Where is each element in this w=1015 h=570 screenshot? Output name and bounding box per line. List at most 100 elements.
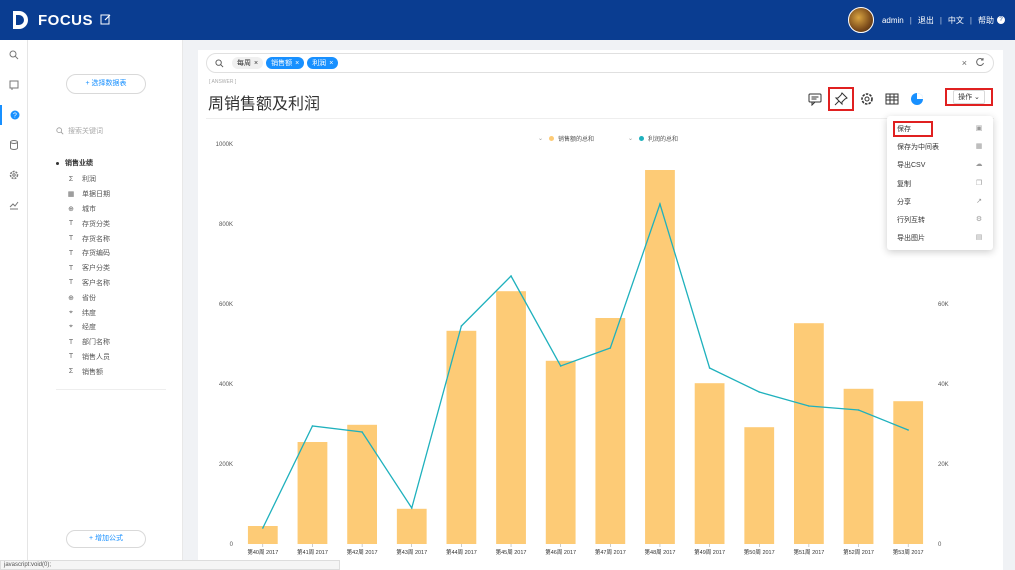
x-tick-label: 第49周 2017 bbox=[694, 548, 725, 556]
y-tick-label-left: 0 bbox=[230, 542, 234, 548]
chip-remove-icon[interactable]: × bbox=[254, 60, 258, 67]
operations-label-wrap: 操作 ⌄ bbox=[953, 90, 985, 104]
measure-icon: Σ bbox=[68, 368, 74, 376]
page-title[interactable]: 周销售额及利润 bbox=[208, 90, 320, 114]
menu-item[interactable]: 导出图片 ▤ bbox=[887, 229, 993, 247]
field-item[interactable]: ⌖ 经度 bbox=[66, 320, 110, 335]
x-tick-label: 第50周 2017 bbox=[744, 548, 775, 556]
y-tick-label-left: 600K bbox=[219, 302, 233, 308]
geo-icon: ⊕ bbox=[68, 205, 74, 213]
menu-item-label: 分享 bbox=[897, 198, 911, 206]
chart-bar bbox=[893, 401, 924, 544]
search-chip[interactable]: 销售额 × bbox=[266, 57, 305, 69]
chart-bar bbox=[843, 388, 874, 544]
menu-item[interactable]: 保存为中间表 ▦ bbox=[887, 138, 993, 156]
field-item[interactable]: T 部门名称 bbox=[66, 335, 110, 350]
search-chip[interactable]: 利润 × bbox=[307, 57, 339, 69]
text-icon: T bbox=[68, 264, 74, 272]
logo-text: FOCUS bbox=[38, 11, 93, 29]
search-bar[interactable]: 每周 × 销售额 × 利润 × × bbox=[206, 53, 994, 73]
field-label: 客户分类 bbox=[82, 265, 110, 273]
menu-item[interactable]: 行列互转 ⚙ bbox=[887, 211, 993, 229]
menu-item-label: 导出图片 bbox=[897, 235, 925, 243]
top-header: FOCUS admin | 退出 | 中文 | 帮助 ? bbox=[0, 0, 1015, 40]
settings-button[interactable] bbox=[858, 90, 876, 108]
field-item[interactable]: T 客户名称 bbox=[66, 276, 110, 291]
chart-bar bbox=[496, 291, 526, 544]
menu-item[interactable]: 分享 ↗ bbox=[887, 193, 993, 211]
rail-settings[interactable] bbox=[0, 165, 28, 185]
y-tick-label-left: 1000K bbox=[216, 142, 233, 148]
x-tick-label: 第41周 2017 bbox=[297, 548, 328, 556]
keyword-search[interactable]: 搜索关键词 bbox=[56, 124, 166, 138]
tree-root-table[interactable]: 销售业绩 bbox=[56, 158, 93, 168]
x-tick-label: 第47周 2017 bbox=[595, 548, 626, 556]
gear-icon bbox=[861, 93, 873, 105]
search-icon bbox=[56, 127, 64, 135]
y-tick-label-left: 200K bbox=[219, 462, 233, 468]
field-label: 省份 bbox=[82, 294, 96, 302]
rail-monitor[interactable] bbox=[0, 195, 28, 215]
field-label: 销售额 bbox=[82, 368, 103, 376]
select-table-button[interactable]: + 选择数据表 bbox=[66, 74, 146, 94]
menu-item[interactable]: 复制 ❐ bbox=[887, 175, 993, 193]
field-item[interactable]: ⊕ 城市 bbox=[66, 202, 110, 217]
field-item[interactable]: T 存货分类 bbox=[66, 216, 110, 231]
x-tick-label: 第45周 2017 bbox=[496, 548, 527, 556]
avatar[interactable] bbox=[847, 7, 874, 33]
field-item[interactable]: T 客户分类 bbox=[66, 261, 110, 276]
pinboard-icon bbox=[9, 80, 19, 90]
field-item[interactable]: ⊕ 省份 bbox=[66, 290, 110, 305]
menu-item-label: 行列互转 bbox=[897, 217, 925, 225]
table-view-button[interactable] bbox=[883, 90, 901, 108]
pin-button[interactable] bbox=[828, 87, 854, 111]
username[interactable]: admin bbox=[882, 16, 904, 25]
refresh-icon[interactable] bbox=[975, 57, 985, 67]
add-formula-button[interactable]: + 增加公式 bbox=[66, 530, 146, 548]
rail-answers[interactable]: ? bbox=[0, 105, 28, 125]
status-bar: javascript:void(0); bbox=[0, 560, 340, 570]
rail-search[interactable] bbox=[0, 45, 28, 65]
chart-bar bbox=[545, 360, 576, 544]
help-icon[interactable]: ? bbox=[997, 16, 1005, 24]
field-item[interactable]: ⌖ 纬度 bbox=[66, 305, 110, 320]
operations-button[interactable]: 操作 ⌄ bbox=[945, 88, 993, 106]
comment-button[interactable] bbox=[806, 90, 824, 108]
edit-icon[interactable] bbox=[100, 13, 112, 25]
field-item[interactable]: T 存货名称 bbox=[66, 231, 110, 246]
field-label: 单据日期 bbox=[82, 191, 110, 199]
logout-link[interactable]: 退出 bbox=[918, 15, 934, 26]
field-item[interactable]: T 销售人员 bbox=[66, 350, 110, 365]
chip-label: 销售额 bbox=[271, 60, 293, 67]
profit-point bbox=[361, 431, 363, 433]
coord-icon: ⌖ bbox=[69, 323, 73, 331]
chart-view-button[interactable] bbox=[908, 90, 926, 108]
logo[interactable]: FOCUS bbox=[10, 9, 93, 31]
language-link[interactable]: 中文 bbox=[948, 15, 964, 26]
menu-item-label: 复制 bbox=[897, 180, 911, 188]
operations-label: 操作 bbox=[958, 94, 973, 101]
field-item[interactable]: Σ 销售额 bbox=[66, 364, 110, 379]
field-label: 存货名称 bbox=[82, 235, 110, 243]
field-item[interactable]: Σ 利润 bbox=[66, 172, 110, 187]
field-item[interactable]: ▦ 单据日期 bbox=[66, 187, 110, 202]
geo-icon: ⊕ bbox=[68, 294, 74, 302]
date-icon: ▦ bbox=[67, 191, 75, 199]
rail-pinboard[interactable] bbox=[0, 75, 28, 95]
keyword-search-placeholder: 搜索关键词 bbox=[68, 128, 103, 135]
field-item[interactable]: T 存货编码 bbox=[66, 246, 110, 261]
rail-data[interactable] bbox=[0, 135, 28, 155]
field-label: 部门名称 bbox=[82, 339, 110, 347]
help-link[interactable]: 帮助 bbox=[978, 15, 994, 26]
chip-remove-icon[interactable]: × bbox=[295, 60, 299, 67]
user-area: admin | 退出 | 中文 | 帮助 ? bbox=[847, 0, 1005, 40]
menu-item-label: 导出CSV bbox=[897, 162, 926, 170]
search-chip[interactable]: 每周 × bbox=[232, 57, 264, 69]
menu-item[interactable]: 保存 ▣ bbox=[887, 120, 993, 138]
clear-search-button[interactable]: × bbox=[962, 58, 967, 68]
menu-item[interactable]: 导出CSV ☁ bbox=[887, 156, 993, 174]
chip-remove-icon[interactable]: × bbox=[329, 60, 333, 67]
x-tick-label: 第43周 2017 bbox=[396, 548, 427, 556]
gear-icon bbox=[9, 170, 19, 180]
transpose-icon: ⚙ bbox=[975, 216, 983, 224]
